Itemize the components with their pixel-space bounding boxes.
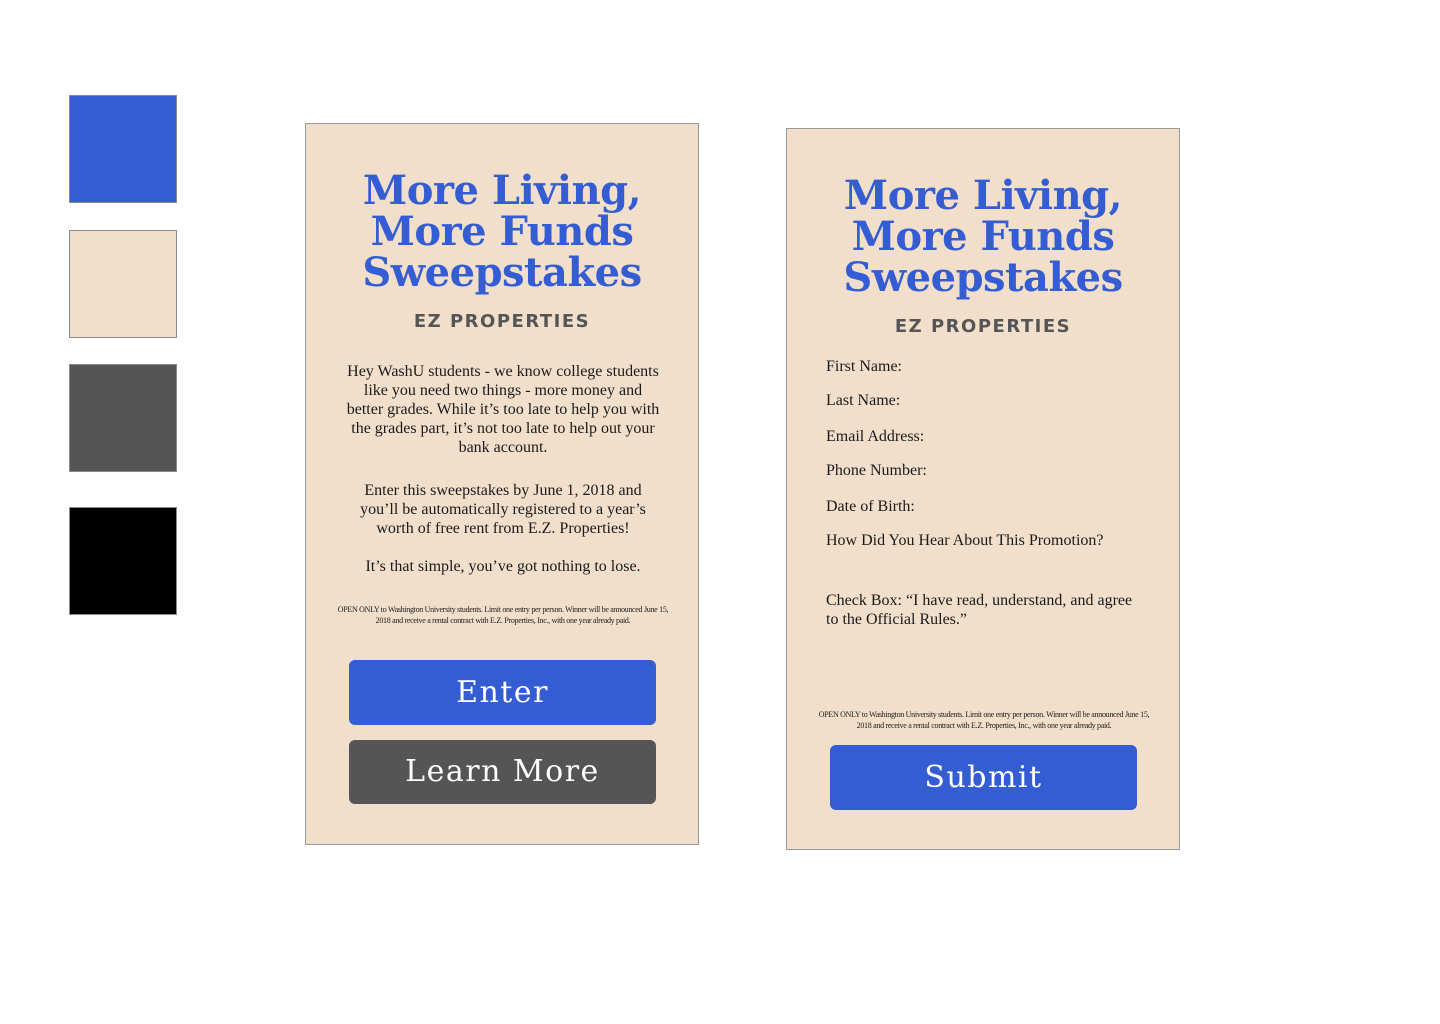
last-name-field[interactable]: Last Name: bbox=[826, 391, 1146, 410]
email-field[interactable]: Email Address: bbox=[826, 427, 1146, 446]
fine-print: OPEN ONLY to Washington University stude… bbox=[337, 605, 669, 625]
dob-field[interactable]: Date of Birth: bbox=[826, 497, 1146, 516]
title-line: More Funds bbox=[370, 208, 634, 255]
enter-button[interactable]: Enter bbox=[349, 660, 656, 725]
title-line: More Living, bbox=[362, 167, 642, 214]
first-name-field[interactable]: First Name: bbox=[826, 357, 1146, 376]
title-line: Sweepstakes bbox=[843, 254, 1123, 301]
brand-name: EZ PROPERTIES bbox=[894, 316, 1072, 337]
swatch-black bbox=[69, 507, 177, 615]
swatch-blue bbox=[69, 95, 177, 203]
title-line: More Funds bbox=[851, 213, 1115, 260]
closing-text: It’s that simple, you’ve got nothing to … bbox=[365, 558, 641, 575]
details-text: Enter this sweepstakes by June 1, 2018 a… bbox=[360, 482, 646, 537]
intro-text: Hey WashU students - we know college stu… bbox=[346, 363, 660, 456]
page-title: More Living, More Funds Sweepstakes bbox=[306, 170, 698, 293]
learn-more-button[interactable]: Learn More bbox=[349, 740, 656, 804]
agree-checkbox[interactable]: Check Box: “I have read, understand, and… bbox=[826, 591, 1136, 629]
form-card: More Living, More Funds Sweepstakes EZ P… bbox=[786, 128, 1180, 850]
swatch-beige bbox=[69, 230, 177, 338]
phone-field[interactable]: Phone Number: bbox=[826, 461, 1146, 480]
page-title: More Living, More Funds Sweepstakes bbox=[787, 175, 1179, 298]
landing-card: More Living, More Funds Sweepstakes EZ P… bbox=[305, 123, 699, 845]
referral-field[interactable]: How Did You Hear About This Promotion? bbox=[826, 531, 1146, 550]
submit-button[interactable]: Submit bbox=[830, 745, 1137, 810]
title-line: Sweepstakes bbox=[362, 249, 642, 296]
fine-print: OPEN ONLY to Washington University stude… bbox=[818, 710, 1150, 730]
title-line: More Living, bbox=[843, 172, 1123, 219]
swatch-gray bbox=[69, 364, 177, 472]
brand-name: EZ PROPERTIES bbox=[413, 311, 591, 332]
